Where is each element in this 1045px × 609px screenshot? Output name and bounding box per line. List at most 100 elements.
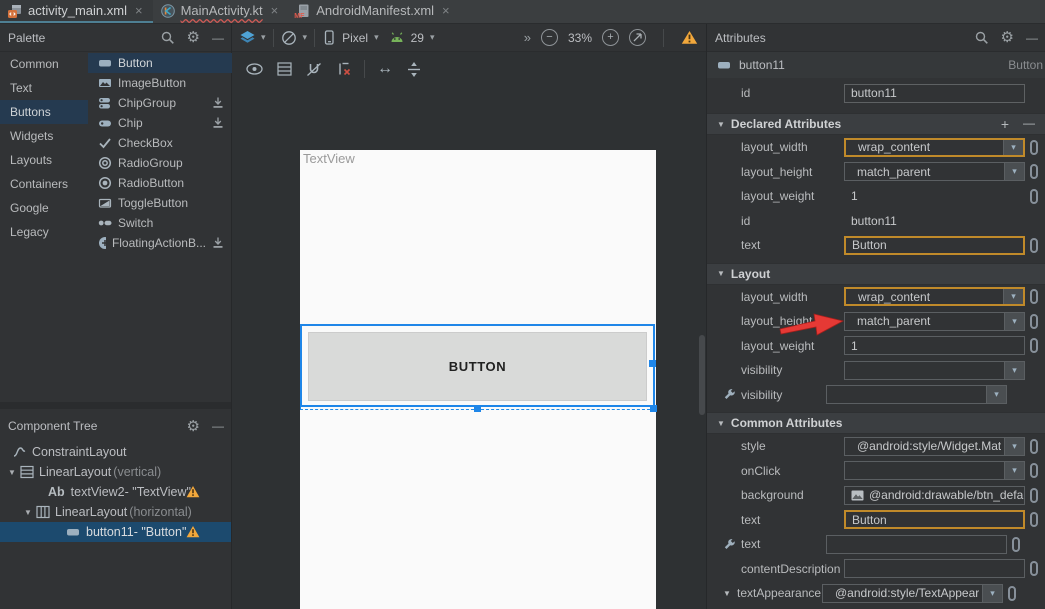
section-common-attributes[interactable]: ▼ Common Attributes <box>707 412 1045 434</box>
text-appearance-dropdown[interactable]: @android:style/TextAppear▾ <box>822 584 1003 603</box>
flag-icon[interactable] <box>1030 512 1038 527</box>
layout-mode-dropdown[interactable]: ▾ <box>240 31 266 44</box>
background-input[interactable]: @android:drawable/btn_defau <box>844 486 1025 505</box>
palette-item-radiobutton[interactable]: RadioButton <box>88 173 232 193</box>
api-level-dropdown[interactable]: 29 ▾ <box>389 31 435 45</box>
flag-icon[interactable] <box>1030 140 1038 155</box>
palette-item-chipgroup[interactable]: ChipGroup <box>88 93 232 113</box>
device-dropdown[interactable]: Pixel ▾ <box>322 30 379 45</box>
close-icon[interactable]: × <box>442 3 450 18</box>
tab-activity-main-xml[interactable]: activity_main.xml × <box>0 0 153 23</box>
autoconnect-off-icon[interactable] <box>306 62 322 77</box>
canvas-button[interactable]: BUTTON <box>308 332 647 401</box>
id-value[interactable]: button11 <box>844 211 1025 230</box>
tree-item-linearlayout-vertical[interactable]: ▼ LinearLayout(vertical) <box>0 462 231 482</box>
layout-width-dropdown[interactable]: wrap_content▾ <box>844 138 1025 157</box>
search-icon[interactable] <box>161 31 175 45</box>
resize-handle-bottom[interactable] <box>474 405 481 412</box>
flag-icon[interactable] <box>1030 314 1038 329</box>
close-icon[interactable]: × <box>135 3 143 18</box>
palette-category-buttons[interactable]: Buttons <box>0 100 88 124</box>
device-artboard[interactable]: TextView BUTTON <box>300 150 656 609</box>
component-tree-title: Component Tree <box>8 419 187 433</box>
flag-icon[interactable] <box>1012 537 1020 552</box>
palette-category-common[interactable]: Common <box>0 52 88 76</box>
layout-weight-value[interactable]: 1 <box>844 187 1025 206</box>
add-attribute-button[interactable]: + <box>1001 116 1009 132</box>
search-icon[interactable] <box>975 31 989 45</box>
tools-visibility-dropdown[interactable]: ▾ <box>826 385 1007 404</box>
canvas-textview[interactable]: TextView <box>303 151 355 166</box>
palette-item-imagebutton[interactable]: ImageButton <box>88 73 232 93</box>
tree-item-textview2[interactable]: Ab textView2- "TextView" <box>0 482 231 502</box>
palette-category-legacy[interactable]: Legacy <box>0 220 88 244</box>
visibility-dropdown[interactable]: ▾ <box>844 361 1025 380</box>
orientation-dropdown[interactable]: ▾ <box>281 30 308 46</box>
flag-icon[interactable] <box>1030 189 1038 204</box>
section-declared-attributes[interactable]: ▼ Declared Attributes + — <box>707 113 1045 135</box>
flag-icon[interactable] <box>1008 586 1016 601</box>
clear-constraints-icon[interactable] <box>336 62 352 76</box>
palette-category-text[interactable]: Text <box>0 76 88 100</box>
palette-item-button[interactable]: Button <box>88 53 232 73</box>
chevron-down-icon[interactable]: ▼ <box>6 468 18 477</box>
palette-item-radiogroup[interactable]: RadioGroup <box>88 153 232 173</box>
warning-icon[interactable] <box>681 30 698 45</box>
flag-icon[interactable] <box>1030 488 1038 503</box>
tree-item-button11[interactable]: button11- "Button" <box>0 522 231 542</box>
flag-icon[interactable] <box>1030 439 1038 454</box>
minimize-icon[interactable]: — <box>212 419 223 433</box>
resize-handle-right[interactable] <box>649 360 656 367</box>
zoom-out-button[interactable]: − <box>541 29 558 46</box>
palette-category-widgets[interactable]: Widgets <box>0 124 88 148</box>
layout-width-dropdown[interactable]: wrap_content▾ <box>844 287 1025 306</box>
tools-text-input[interactable] <box>826 535 1007 554</box>
zoom-to-fit-button[interactable] <box>629 29 646 46</box>
resize-handle-corner[interactable] <box>650 405 657 412</box>
flag-icon[interactable] <box>1030 338 1038 353</box>
id-input[interactable]: button11 <box>844 84 1025 103</box>
layout-weight-input[interactable]: 1 <box>844 336 1025 355</box>
flag-icon[interactable] <box>1030 164 1038 179</box>
zoom-in-button[interactable]: + <box>602 29 619 46</box>
tab-androidmanifest-xml[interactable]: MF AndroidManifest.xml × <box>288 0 459 23</box>
default-margins-icon[interactable]: ↔ <box>377 60 393 78</box>
flag-icon[interactable] <box>1030 561 1038 576</box>
chevron-down-icon[interactable]: ▼ <box>723 589 737 598</box>
flag-icon[interactable] <box>1030 289 1038 304</box>
pack-distribute-icon[interactable] <box>407 62 421 77</box>
palette-category-google[interactable]: Google <box>0 196 88 220</box>
flag-icon[interactable] <box>1030 238 1038 253</box>
palette-item-floatingactionbutton[interactable]: FloatingActionB... <box>88 233 232 253</box>
text-input[interactable]: Button <box>844 236 1025 255</box>
layout-height-dropdown[interactable]: match_parent▾ <box>844 162 1025 181</box>
text-input[interactable]: Button <box>844 510 1025 529</box>
section-layout[interactable]: ▼ Layout <box>707 263 1045 285</box>
palette-item-togglebutton[interactable]: ToggleButton <box>88 193 232 213</box>
palette-item-checkbox[interactable]: CheckBox <box>88 133 232 153</box>
palette-item-switch[interactable]: Switch <box>88 213 232 233</box>
view-options-icon[interactable] <box>246 63 263 75</box>
palette-item-chip[interactable]: Chip <box>88 113 232 133</box>
tree-item-linearlayout-horizontal[interactable]: ▼ LinearLayout(horizontal) <box>0 502 231 522</box>
content-description-input[interactable] <box>844 559 1025 578</box>
chevron-down-icon[interactable]: ▼ <box>22 508 34 517</box>
tab-mainactivity-kt[interactable]: MainActivity.kt × <box>153 0 289 23</box>
gear-icon[interactable]: ⚙ <box>187 30 200 45</box>
flag-icon[interactable] <box>1030 463 1038 478</box>
remove-attribute-button[interactable]: — <box>1023 116 1035 132</box>
minimize-icon[interactable]: — <box>212 31 223 45</box>
gear-icon[interactable]: ⚙ <box>1001 30 1014 45</box>
palette-category-containers[interactable]: Containers <box>0 172 88 196</box>
linear-mode-icon[interactable] <box>277 62 292 76</box>
style-dropdown[interactable]: @android:style/Widget.Mat▾ <box>844 437 1025 456</box>
onclick-dropdown[interactable]: ▾ <box>844 461 1025 480</box>
toolbar-overflow-icon[interactable]: » <box>524 30 531 45</box>
gear-icon[interactable]: ⚙ <box>187 419 200 434</box>
layout-height-dropdown[interactable]: match_parent▾ <box>844 312 1025 331</box>
minimize-icon[interactable]: — <box>1026 31 1037 45</box>
canvas-scrollbar[interactable] <box>699 335 705 415</box>
palette-category-layouts[interactable]: Layouts <box>0 148 88 172</box>
tree-item-constraintlayout[interactable]: ConstraintLayout <box>0 442 231 462</box>
close-icon[interactable]: × <box>271 3 279 18</box>
